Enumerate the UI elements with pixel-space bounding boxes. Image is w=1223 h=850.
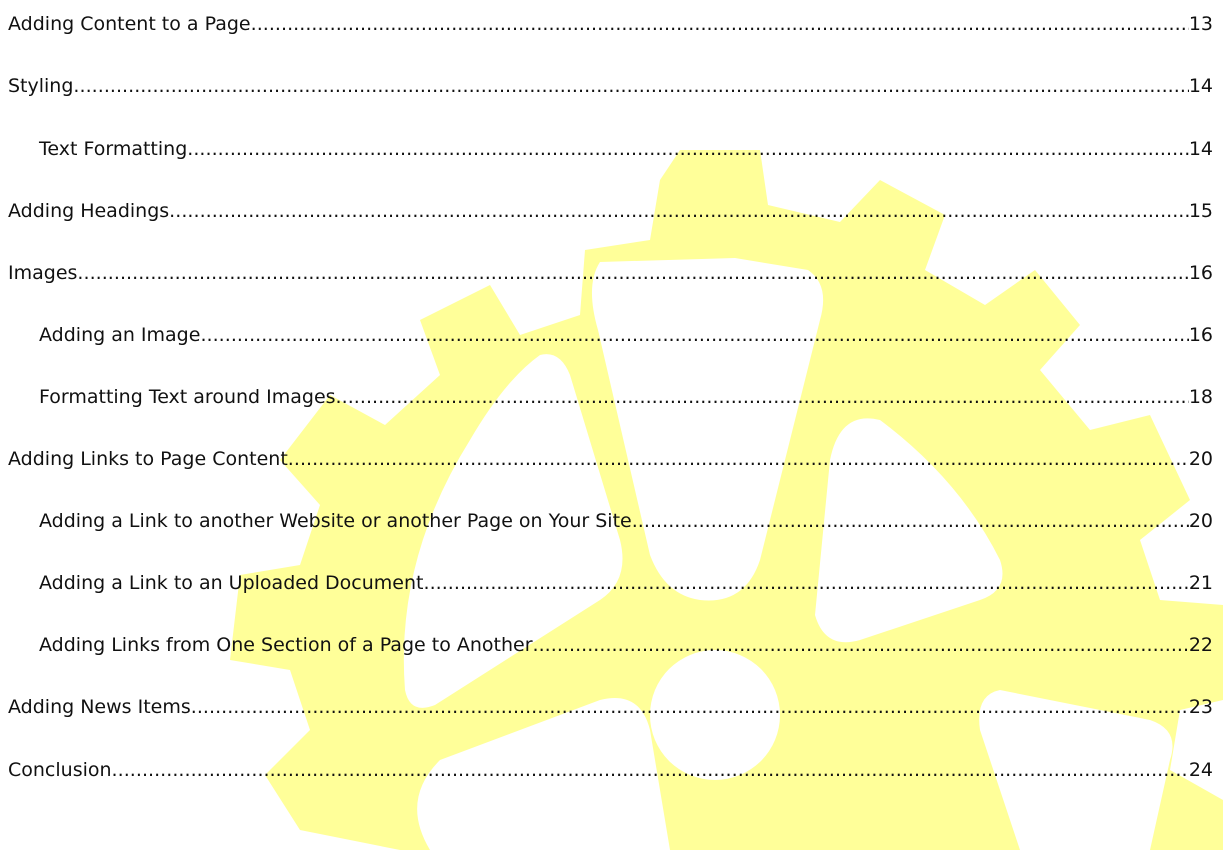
toc-dot-leader	[423, 568, 1188, 598]
toc-entry-title: Conclusion	[8, 759, 112, 781]
toc-entry[interactable]: Adding Headings 15	[8, 196, 1213, 226]
toc-dot-leader	[200, 320, 1188, 350]
toc-entry-title: Adding Links to Page Content	[8, 448, 288, 470]
toc-dot-leader	[191, 692, 1189, 722]
toc-page-number: 16	[1188, 262, 1213, 284]
toc-entry[interactable]: Conclusion 24	[8, 755, 1213, 785]
toc-dot-leader	[288, 444, 1189, 474]
toc-entry-title: Adding an Image	[39, 324, 201, 346]
toc-entry[interactable]: Adding News Items 23	[8, 692, 1213, 722]
toc-page-number: 13	[1188, 13, 1213, 35]
toc-entry-title: Adding Content to a Page	[8, 13, 251, 35]
toc-entry[interactable]: Images 16	[8, 258, 1213, 288]
toc-page-number: 18	[1188, 386, 1213, 408]
toc-entry-title: Text Formatting	[39, 138, 188, 160]
table-of-contents: Adding Content to a Page 13 Styling 14 T…	[0, 0, 1223, 850]
toc-dot-leader	[533, 630, 1189, 660]
toc-entry-title: Adding News Items	[8, 696, 191, 718]
toc-page-number: 16	[1188, 324, 1213, 346]
toc-page-number: 14	[1188, 138, 1213, 160]
toc-entry-title: Adding Headings	[8, 200, 170, 222]
toc-entry[interactable]: Styling 14	[8, 71, 1213, 101]
toc-entry-title: Adding a Link to another Website or anot…	[39, 510, 632, 532]
toc-entry[interactable]: Text Formatting 14	[39, 134, 1213, 164]
toc-entry-title: Styling	[8, 75, 74, 97]
toc-dot-leader	[73, 71, 1188, 101]
toc-entry-title: Images	[8, 262, 78, 284]
toc-entry[interactable]: Adding an Image 16	[39, 320, 1213, 350]
toc-page-number: 22	[1188, 634, 1213, 656]
toc-page-number: 20	[1188, 510, 1213, 532]
toc-dot-leader	[187, 134, 1189, 164]
toc-page-number: 20	[1188, 448, 1213, 470]
toc-entry[interactable]: Adding a Link to an Uploaded Document 21	[39, 568, 1213, 598]
toc-dot-leader	[251, 9, 1189, 39]
toc-page-number: 15	[1188, 200, 1213, 222]
toc-dot-leader	[336, 382, 1189, 412]
toc-page-number: 21	[1188, 572, 1213, 594]
toc-entry[interactable]: Formatting Text around Images 18	[39, 382, 1213, 412]
toc-entry-title: Adding Links from One Section of a Page …	[39, 634, 533, 656]
toc-page-number: 23	[1188, 696, 1213, 718]
toc-dot-leader	[632, 506, 1189, 536]
toc-dot-leader	[112, 755, 1189, 785]
toc-entry[interactable]: Adding Content to a Page 13	[8, 9, 1213, 39]
toc-entry[interactable]: Adding a Link to another Website or anot…	[39, 506, 1213, 536]
toc-dot-leader	[77, 258, 1188, 288]
toc-page-number: 24	[1188, 759, 1213, 781]
toc-entry[interactable]: Adding Links to Page Content 20	[8, 444, 1213, 474]
toc-entry-title: Formatting Text around Images	[39, 386, 336, 408]
toc-page-number: 14	[1188, 75, 1213, 97]
toc-dot-leader	[169, 196, 1189, 226]
toc-entry-title: Adding a Link to an Uploaded Document	[39, 572, 424, 594]
toc-entry[interactable]: Adding Links from One Section of a Page …	[39, 630, 1213, 660]
